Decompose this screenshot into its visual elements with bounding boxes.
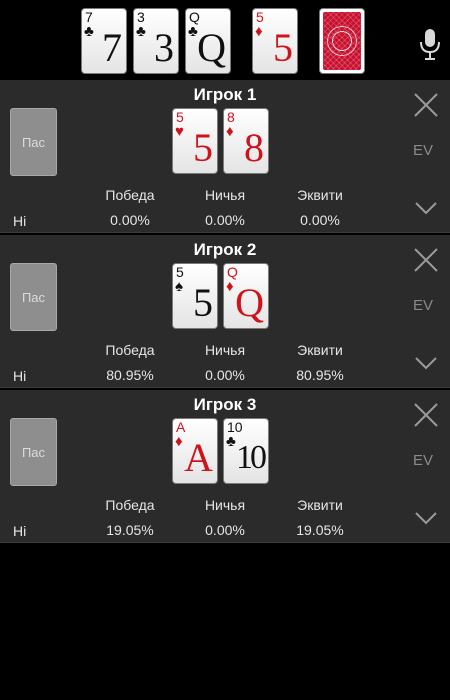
card-rank-corner: 3 [137,9,145,25]
ev-button[interactable]: EV [413,452,433,469]
card-rank-corner: A [176,419,186,435]
card-rank: 10 [236,439,267,476]
hole-card-2[interactable]: 8 ♦ 8 [223,108,269,174]
heart-icon: ♥ [175,123,184,140]
chevron-down-icon[interactable] [414,511,438,525]
win-header: Победа [105,497,155,513]
club-icon: ♣ [136,23,146,40]
player-panel-3: Игрок 3 Пас A ♦ A 10 ♣ 10 EV Победа Ничь… [0,390,450,543]
club-icon: ♣ [226,433,236,450]
card-rank-corner: 8 [227,109,235,125]
card-rank-corner: 5 [176,264,184,280]
card-rank: Q [235,280,264,325]
card-rank: 5 [273,25,293,70]
hole-card-2[interactable]: 10 ♣ 10 [223,418,269,484]
card-rank-corner: Q [227,264,238,280]
fold-button[interactable]: Пас [10,418,57,486]
board-card-2[interactable]: 3 ♣ 3 [133,8,179,74]
player-title: Игрок 1 [193,85,257,104]
win-value: 19.05% [106,522,154,538]
tie-value: 0.00% [205,522,245,538]
tie-header: Ничья [204,497,246,513]
equity-value: 80.95% [296,367,344,383]
equity-header: Эквити [297,497,343,513]
card-rank: 3 [154,25,174,70]
card-rank-corner: 10 [227,419,243,435]
card-rank: 7 [102,25,122,70]
diamond-icon: ♦ [226,123,234,140]
fold-button[interactable]: Пас [10,263,57,331]
card-rank-corner: 5 [256,9,264,25]
card-rank-corner: Q [189,9,200,25]
card-rank: 5 [193,125,213,170]
player-title: Игрок 3 [193,395,257,414]
card-rank: 8 [244,125,264,170]
player-panel-1: Игрок 1 Пас 5 ♥ 5 8 ♦ 8 EV Победа Ничья … [0,80,450,233]
close-icon[interactable] [412,246,440,274]
tie-header: Ничья [204,342,246,358]
hi-label: Hi [13,213,27,229]
equity-header: Эквити [297,187,343,203]
hi-label: Hi [13,523,27,539]
board-card-3[interactable]: Q ♣ Q [185,8,231,74]
equity-value: 0.00% [300,212,340,228]
hi-label: Hi [13,368,27,384]
win-value: 80.95% [106,367,154,383]
tie-header: Ничья [204,187,246,203]
card-rank: Q [197,25,226,70]
win-header: Победа [105,342,155,358]
board-card-1[interactable]: 7 ♣ 7 [81,8,127,74]
ev-button[interactable]: EV [413,297,433,314]
close-icon[interactable] [412,401,440,429]
hole-card-2[interactable]: Q ♦ Q [223,263,269,329]
player-title: Игрок 2 [193,240,257,259]
chevron-down-icon[interactable] [414,201,438,215]
player-panel-2: Игрок 2 Пас 5 ♠ 5 Q ♦ Q EV Победа Ничья … [0,235,450,388]
ev-button[interactable]: EV [413,142,433,159]
equity-header: Эквити [297,342,343,358]
river-card-back[interactable] [319,8,365,74]
spade-icon: ♠ [175,278,183,295]
turn-card[interactable]: 5 ♦ 5 [252,8,298,74]
win-value: 0.00% [110,212,150,228]
close-icon[interactable] [412,91,440,119]
card-back-pattern [323,12,361,70]
diamond-icon: ♦ [255,23,263,40]
diamond-icon: ♦ [226,278,234,295]
chevron-down-icon[interactable] [414,356,438,370]
tie-value: 0.00% [205,212,245,228]
board-bar: 7 ♣ 7 3 ♣ 3 Q ♣ Q 5 ♦ 5 [0,0,450,80]
equity-value: 19.05% [296,522,344,538]
fold-button[interactable]: Пас [10,108,57,176]
hole-card-1[interactable]: 5 ♥ 5 [172,108,218,174]
hole-card-1[interactable]: 5 ♠ 5 [172,263,218,329]
club-icon: ♣ [84,23,94,40]
diamond-icon: ♦ [175,433,183,450]
card-rank: 5 [193,280,213,325]
card-rank-corner: 5 [176,109,184,125]
tie-value: 0.00% [205,367,245,383]
card-rank: A [184,435,213,480]
card-rank-corner: 7 [85,9,93,25]
microphone-icon[interactable] [418,27,442,61]
hole-card-1[interactable]: A ♦ A [172,418,218,484]
win-header: Победа [105,187,155,203]
